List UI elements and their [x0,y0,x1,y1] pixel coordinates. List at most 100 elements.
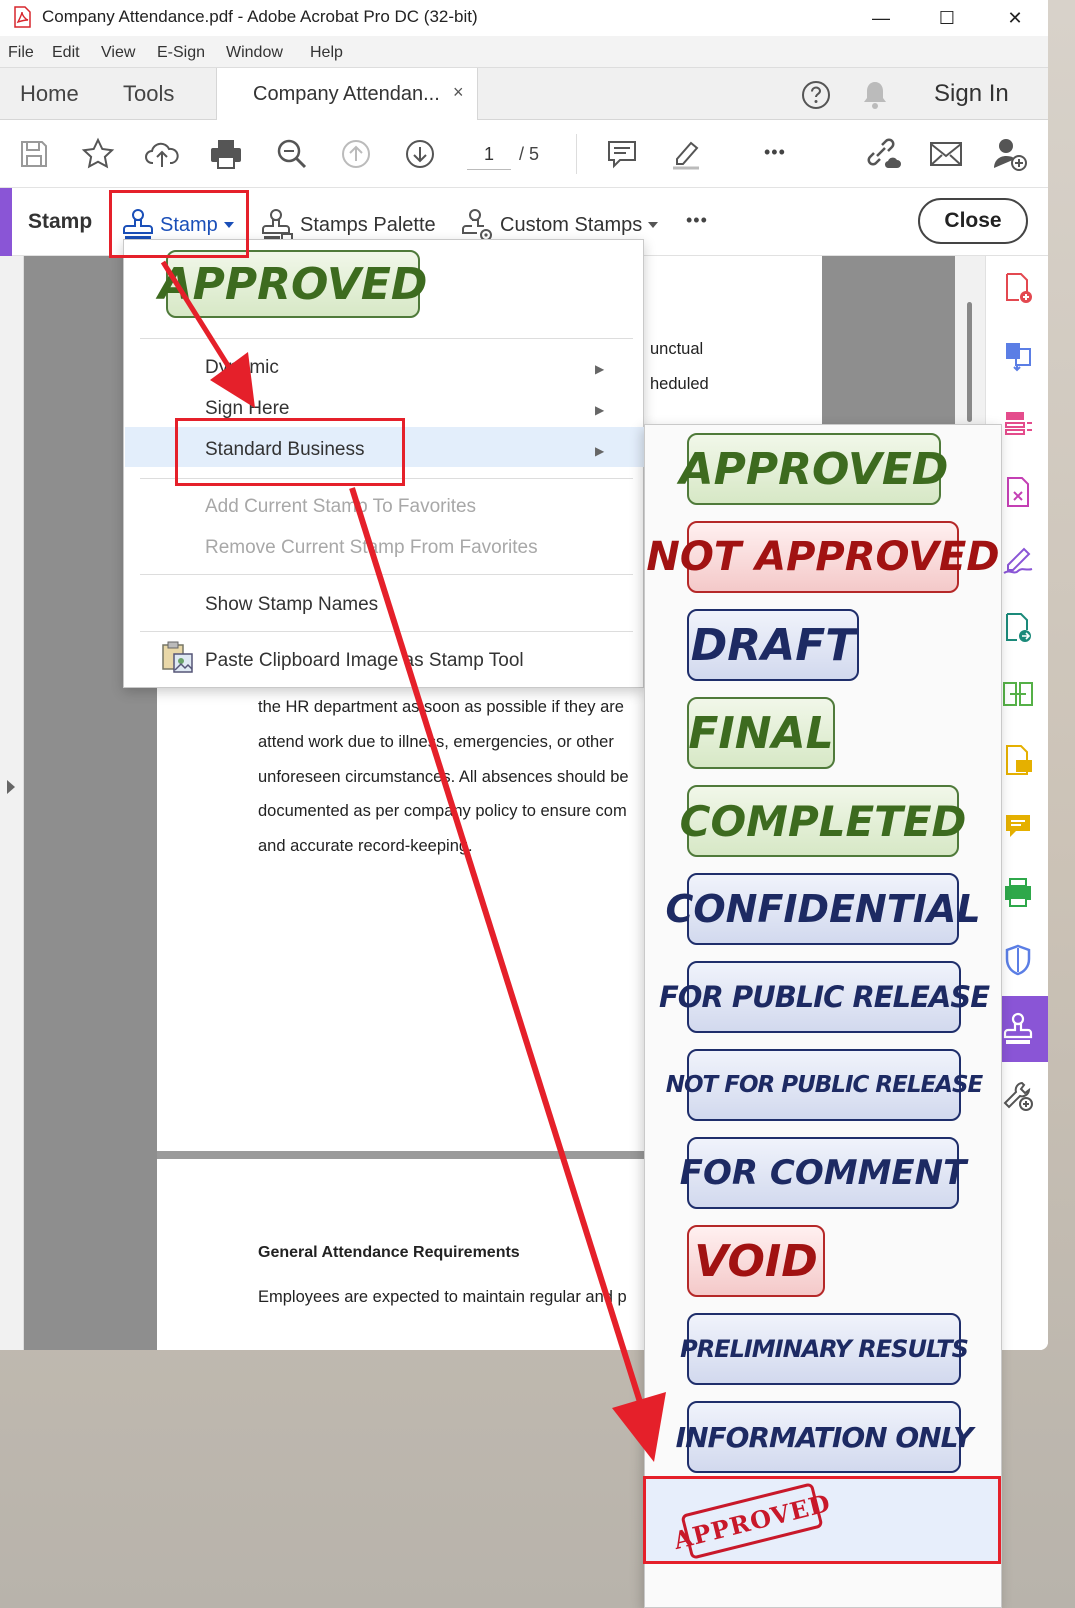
submenu-arrow-icon: ▶ [595,362,605,376]
custom-stamps-label: Custom Stamps [500,213,643,236]
organize-pages-icon[interactable] [1000,406,1036,442]
menu-item-dynamic[interactable]: Dynamic [205,357,279,379]
submenu-arrow-icon: ▶ [595,403,605,417]
menu-item-paste-clipboard[interactable]: Paste Clipboard Image as Stamp Tool [205,650,524,672]
menu-edit[interactable]: Edit [52,44,80,62]
submenu-arrow-icon: ▶ [595,444,605,458]
compare-files-icon[interactable] [1000,676,1036,712]
menu-bar: File Edit View E-Sign Window Help [0,36,1048,68]
stamp-void[interactable]: VOID [687,1225,825,1297]
document-text-line: attend work due to illness, emergencies,… [258,733,614,751]
menu-item-show-stamp-names[interactable]: Show Stamp Names [205,594,378,616]
page-number-input[interactable]: 1 [467,140,511,170]
create-pdf-icon[interactable] [1000,270,1036,306]
tab-tools[interactable]: Tools [123,81,174,107]
recent-stamp-approved[interactable]: APPROVED [159,250,427,318]
stamp-information-only[interactable]: INFORMATION ONLY [676,1401,973,1473]
scrollbar-thumb[interactable] [967,302,972,422]
vertical-scrollbar[interactable] [955,256,985,426]
expand-panel-icon[interactable] [6,780,16,794]
next-page-icon[interactable] [400,134,440,174]
tab-bar: Home Tools Company Attendan... × Sign In [0,68,1048,120]
scan-ocr-icon[interactable] [1000,874,1036,910]
stamp-confidential[interactable]: CONFIDENTIAL [665,873,981,945]
add-user-icon[interactable] [990,134,1030,174]
stamps-palette-label: Stamps Palette [300,213,436,236]
menu-view[interactable]: View [101,44,135,62]
stamp-for-comment[interactable]: FOR COMMENT [680,1137,966,1209]
tool-accent-bar [0,188,12,256]
compress-pdf-icon[interactable] [1000,474,1036,510]
stamp-final[interactable]: FINAL [687,697,835,769]
menu-item-remove-favorites: Remove Current Stamp From Favorites [205,537,538,558]
menu-separator [140,338,633,339]
comment-tool-icon[interactable] [1000,742,1036,778]
stamp-tool-title: Stamp [28,210,93,233]
add-comment-icon[interactable] [1000,808,1036,844]
menu-window[interactable]: Window [226,44,283,62]
close-tab-icon[interactable]: × [453,82,464,103]
annotation-box-custom-stamp [643,1476,1001,1564]
stamp-more-button[interactable]: ••• [686,210,708,231]
standard-business-submenu: APPROVED NOT APPROVED DRAFT FINAL COMPLE… [644,424,1002,1608]
menu-separator [140,574,633,575]
comment-icon[interactable] [602,134,642,174]
page-separator [157,1151,657,1159]
clipboard-image-icon [160,640,196,676]
window-title: Company Attendance.pdf - Adobe Acrobat P… [42,7,478,26]
document-text-line: and accurate record-keeping. [258,837,473,855]
export-pdf-icon[interactable] [1000,338,1036,374]
maximize-button[interactable]: ☐ [924,4,970,32]
tab-document[interactable]: Company Attendan... × [216,68,478,120]
title-bar: Company Attendance.pdf - Adobe Acrobat P… [0,0,1048,36]
tab-home[interactable]: Home [20,81,79,107]
stamp-approved[interactable]: APPROVED [680,433,948,505]
pdf-file-icon [12,6,32,28]
annotation-box-standard-business [175,418,405,486]
stamp-draft[interactable]: DRAFT [687,609,859,681]
protect-shield-icon[interactable] [1000,942,1036,978]
stamp-not-approved[interactable]: NOT APPROVED [646,521,1000,593]
notification-bell-icon[interactable] [860,79,890,111]
menu-item-sign-here[interactable]: Sign Here [205,398,290,420]
left-panel-collapsed[interactable] [0,256,24,1350]
custom-stamp-gear-icon [462,208,494,242]
minimize-button[interactable]: — [858,4,904,32]
main-toolbar: 1 / 5 ••• [0,120,1048,188]
stamp-for-public-release[interactable]: FOR PUBLIC RELEASE [659,961,990,1033]
stamps-palette-button[interactable]: Stamps Palette [262,208,436,242]
menu-help[interactable]: Help [310,44,343,62]
document-gutter-right [822,256,955,426]
more-tools-wrench-icon[interactable] [1000,1078,1036,1114]
page-total: / 5 [519,144,540,164]
menu-esign[interactable]: E-Sign [157,44,205,62]
save-icon[interactable] [14,134,54,174]
document-text-line: documented as per company policy to ensu… [258,802,627,820]
fill-sign-icon[interactable] [1000,542,1036,578]
document-text-line: unforeseen circumstances. All absences s… [258,768,629,786]
stamp-not-for-public-release[interactable]: NOT FOR PUBLIC RELEASE [666,1049,983,1121]
help-icon[interactable] [800,79,832,111]
email-icon[interactable] [926,134,966,174]
annotation-box-stamp-button [109,190,249,258]
window-close-button[interactable]: ✕ [992,4,1038,32]
cloud-upload-icon[interactable] [142,134,182,174]
highlight-pen-icon[interactable] [666,134,706,174]
document-text-fragment: unctual [650,340,704,358]
stamp-completed[interactable]: COMPLETED [680,785,966,857]
stamp-tool-icon[interactable] [1000,1011,1036,1047]
previous-page-icon[interactable] [336,134,376,174]
print-icon[interactable] [206,134,246,174]
sign-in-button[interactable]: Sign In [934,80,1009,108]
more-tools-button[interactable]: ••• [764,142,786,163]
custom-stamps-button[interactable]: Custom Stamps [462,208,659,242]
chevron-down-icon [648,221,659,229]
zoom-search-icon[interactable] [272,134,312,174]
stamp-preliminary-results[interactable]: PRELIMINARY RESULTS [680,1313,969,1385]
bookmark-star-icon[interactable] [78,134,118,174]
stamps-palette-icon [262,208,294,242]
share-link-icon[interactable] [862,134,902,174]
send-for-signature-icon[interactable] [1000,610,1036,646]
menu-file[interactable]: File [8,44,34,62]
close-stamp-tool-button[interactable]: Close [918,198,1028,244]
